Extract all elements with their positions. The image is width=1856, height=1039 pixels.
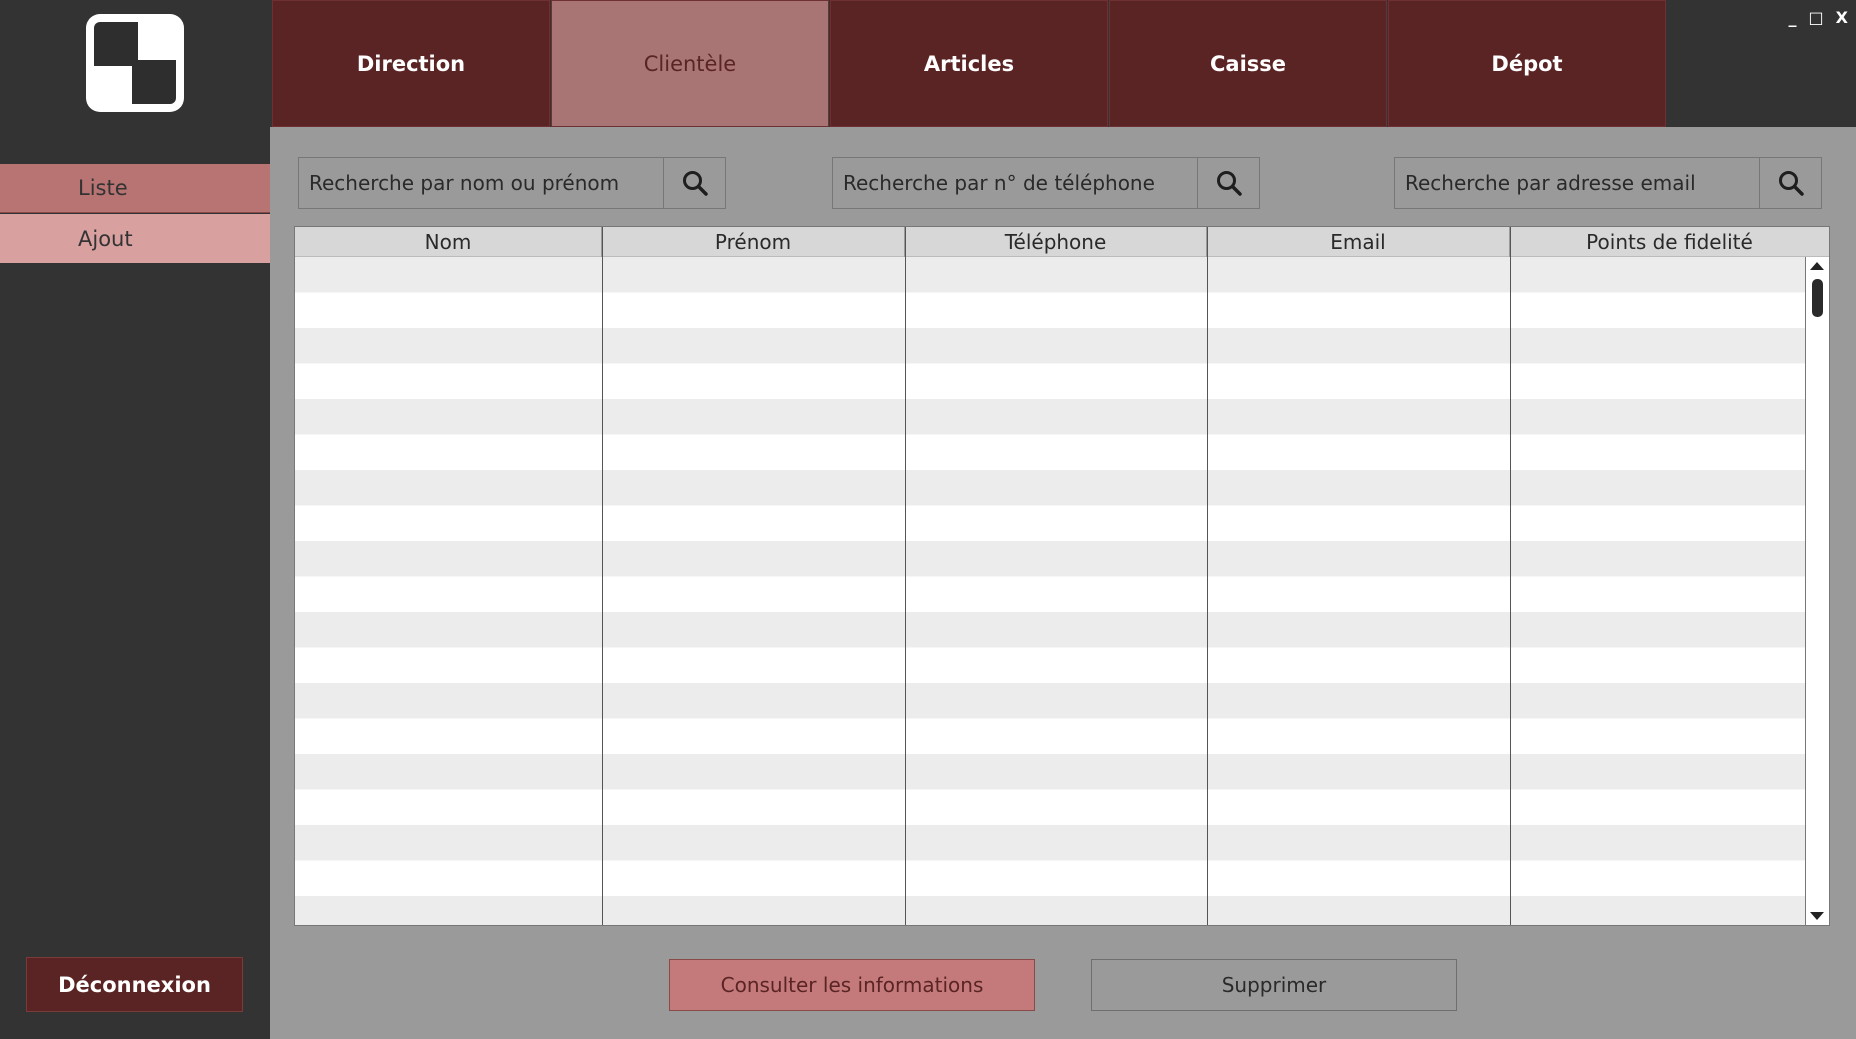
minimize-button[interactable]: _ [1789,8,1797,27]
clients-table[interactable]: Nom Prénom Téléphone Email Points de fid… [294,226,1830,926]
main-panel: Nom Prénom Téléphone Email Points de fid… [270,127,1856,1039]
app-logo [86,14,184,112]
delete-button[interactable]: Supprimer [1091,959,1457,1011]
search-name-group [298,157,726,209]
search-phone-group [832,157,1260,209]
search-email-input[interactable] [1395,158,1759,208]
tab-articles[interactable]: Articles [830,0,1108,127]
column-divider [905,227,906,925]
close-button[interactable]: X [1836,8,1848,27]
tab-caisse[interactable]: Caisse [1109,0,1387,127]
scroll-thumb[interactable] [1812,279,1823,317]
consult-info-button[interactable]: Consulter les informations [669,959,1035,1011]
column-header-nom[interactable]: Nom [295,227,602,257]
search-icon [682,171,708,196]
column-divider [1510,227,1511,925]
column-header-prenom[interactable]: Prénom [602,227,905,257]
sidebar: Liste Ajout Déconnexion [0,0,270,1039]
sidebar-item-ajout[interactable]: Ajout [0,214,270,263]
search-icon [1216,171,1242,196]
column-header-telephone[interactable]: Téléphone [905,227,1207,257]
scroll-down-icon[interactable] [1810,912,1824,920]
search-name-button[interactable] [663,158,725,208]
tab-direction[interactable]: Direction [272,0,550,127]
search-icon [1778,171,1804,196]
sidebar-item-label: Liste [78,176,128,200]
column-divider [1207,227,1208,925]
tab-clientele[interactable]: Clientèle [551,0,829,127]
logo-quadrant-bottom-right [132,60,176,104]
scroll-up-icon[interactable] [1810,262,1824,270]
search-phone-button[interactable] [1197,158,1259,208]
table-body[interactable] [295,257,1805,925]
column-divider [602,227,603,925]
search-name-input[interactable] [299,158,663,208]
search-email-group [1394,157,1822,209]
maximize-button[interactable]: □ [1809,8,1824,27]
table-header: Nom Prénom Téléphone Email Points de fid… [295,227,1829,257]
search-phone-input[interactable] [833,158,1197,208]
window-controls: _ □ X [1789,8,1848,27]
top-tabs: Direction Clientèle Articles Caisse Dépo… [272,0,1667,127]
column-header-email[interactable]: Email [1207,227,1510,257]
sidebar-item-liste[interactable]: Liste [0,164,270,213]
sidebar-item-label: Ajout [78,226,133,251]
table-scrollbar[interactable] [1805,257,1829,925]
search-email-button[interactable] [1759,158,1821,208]
tab-depot[interactable]: Dépot [1388,0,1666,127]
column-header-points[interactable]: Points de fidelité [1510,227,1829,257]
logout-button[interactable]: Déconnexion [26,957,243,1012]
